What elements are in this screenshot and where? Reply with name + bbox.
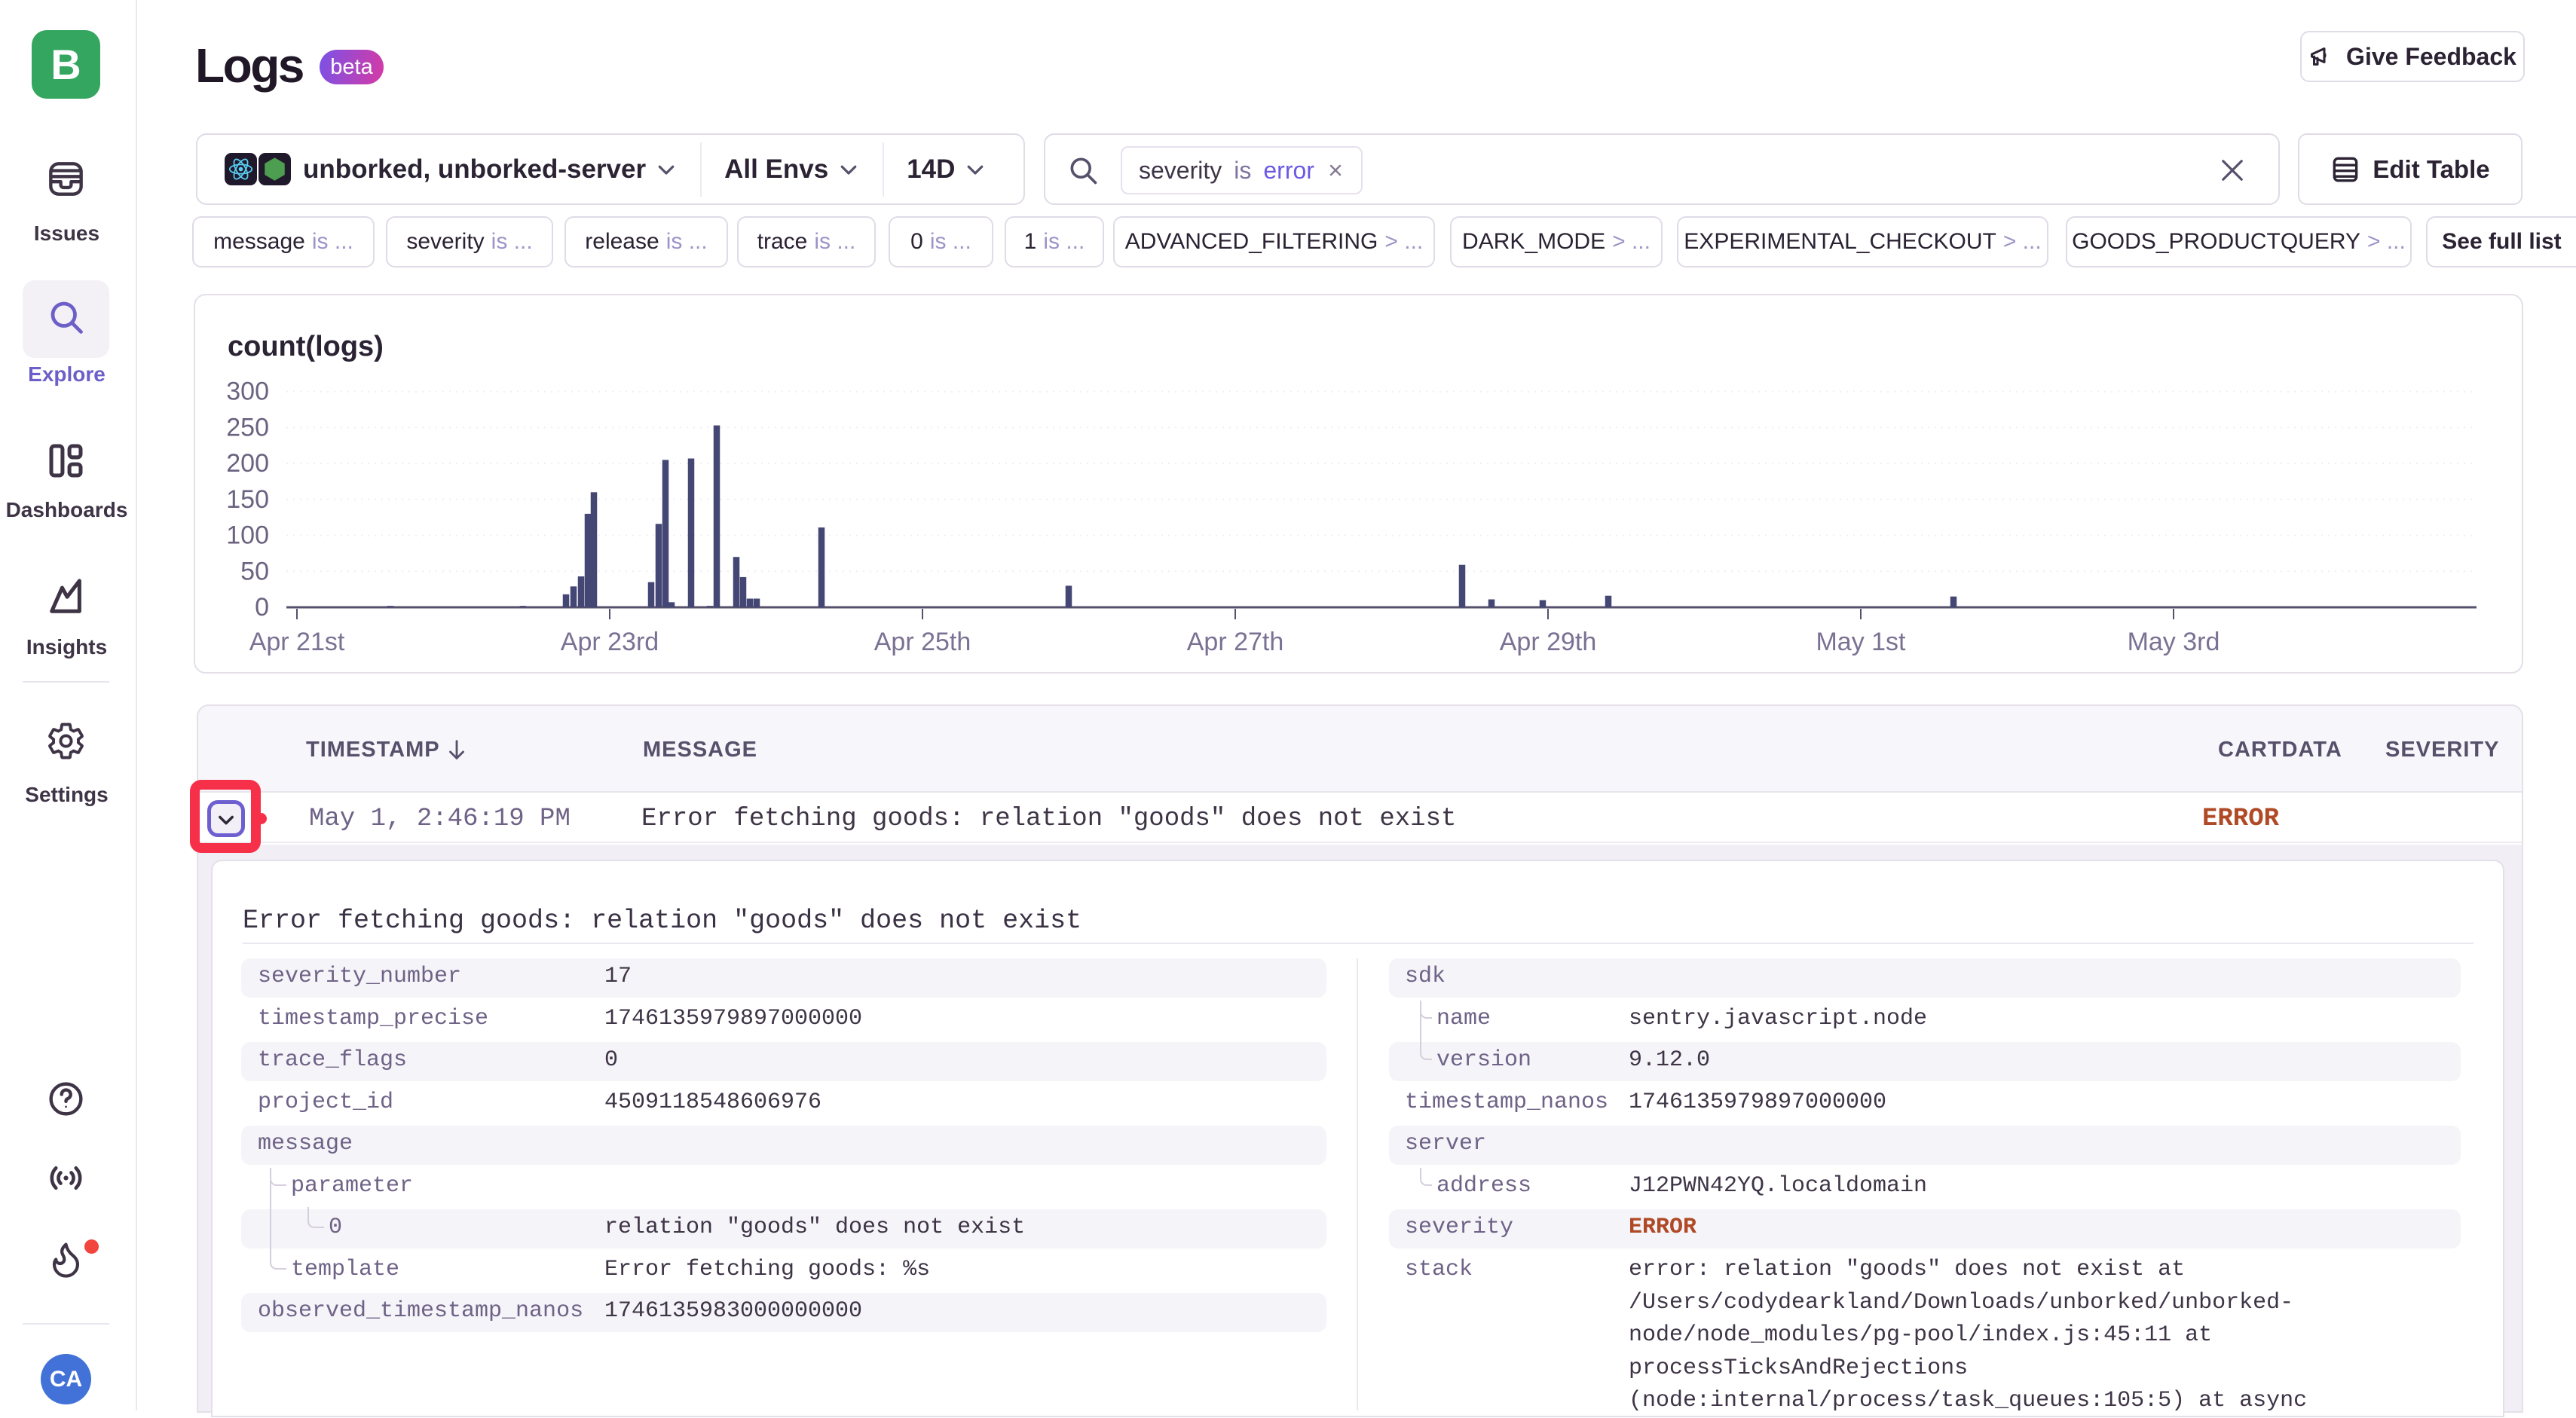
svg-text:Apr 29th: Apr 29th: [1500, 628, 1597, 656]
svg-text:200: 200: [226, 449, 269, 478]
svg-text:Apr 25th: Apr 25th: [874, 628, 971, 656]
svg-text:Apr 27th: Apr 27th: [1187, 628, 1284, 656]
svg-text:May 3rd: May 3rd: [2128, 628, 2220, 656]
svg-text:250: 250: [226, 413, 269, 442]
svg-text:Apr 21st: Apr 21st: [249, 628, 345, 656]
svg-text:0: 0: [255, 593, 269, 622]
svg-text:150: 150: [226, 485, 269, 514]
svg-text:50: 50: [240, 557, 269, 585]
svg-text:100: 100: [226, 521, 269, 550]
svg-text:May 1st: May 1st: [1816, 628, 1906, 656]
svg-text:Apr 23rd: Apr 23rd: [561, 628, 659, 656]
svg-text:300: 300: [226, 377, 269, 406]
